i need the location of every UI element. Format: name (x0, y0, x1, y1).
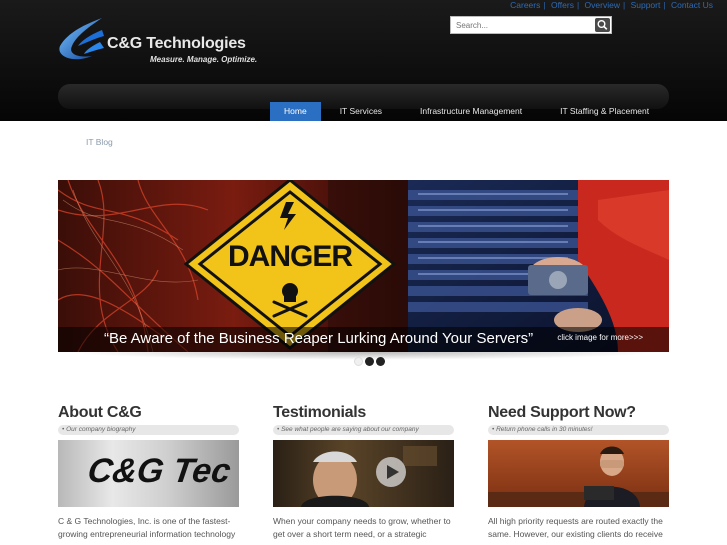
support-image[interactable] (488, 440, 669, 507)
search-box (450, 16, 612, 34)
swoosh-logo-icon (59, 18, 104, 60)
testimonials-video[interactable] (273, 440, 454, 507)
support-subtitle: • Return phone calls in 30 minutes! (488, 425, 669, 435)
nav-infrastructure-management[interactable]: Infrastructure Management (401, 102, 541, 121)
nav-home[interactable]: Home (270, 102, 321, 121)
testimonials-column: Testimonials • See what people are sayin… (273, 404, 454, 541)
nav-it-services[interactable]: IT Services (321, 102, 401, 121)
about-text: C & G Technologies, Inc. is one of the f… (58, 516, 236, 539)
danger-sign-text: DANGER (228, 240, 353, 273)
support-title[interactable]: Need Support Now? (488, 404, 669, 422)
slider-dot-1[interactable] (354, 357, 363, 366)
company-logo[interactable]: C&G Technologies Measure. Manage. Optimi… (58, 16, 258, 68)
search-icon (597, 20, 608, 30)
search-button[interactable] (595, 18, 610, 32)
main-nav: Home IT Services Infrastructure Manageme… (270, 102, 668, 121)
site-header: Careers | Offers | Overview | Support | Cont… (0, 0, 727, 121)
logo-tagline: Measure. Manage. Optimize. (150, 55, 258, 64)
top-link-careers[interactable]: Careers (510, 0, 540, 10)
play-button[interactable] (376, 457, 406, 487)
testimonials-subtitle: • See what people are saying about our c… (273, 425, 454, 435)
logo-name: C&G Technologies (107, 35, 246, 52)
play-icon (387, 465, 399, 479)
about-subtitle: • Our company biography (58, 425, 239, 435)
top-link-contact[interactable]: Contact Us (671, 0, 713, 10)
slider-dot-3[interactable] (376, 357, 385, 366)
search-input[interactable] (456, 19, 594, 31)
nav-it-staffing[interactable]: IT Staffing & Placement (541, 102, 668, 121)
about-column: About C&G • Our company biography C&G Te… (58, 404, 239, 541)
stressed-man-image (488, 446, 669, 507)
about-image-text: C&G Tec (85, 452, 234, 490)
slider-more-link[interactable]: click image for more>>> (557, 333, 643, 342)
support-column: Need Support Now? • Return phone calls i… (488, 404, 669, 541)
about-title[interactable]: About C&G (58, 404, 239, 422)
top-link-offers[interactable]: Offers (551, 0, 574, 10)
slider-caption: “Be Aware of the Business Reaper Lurking… (104, 330, 534, 347)
testimonials-text: When your company needs to grow, whether… (273, 516, 451, 539)
hero-slider[interactable]: DANGER “Be Aware of the Business Reaper … (58, 180, 669, 352)
top-link-support[interactable]: Support (631, 0, 661, 10)
support-text: All high priority requests are routed ex… (488, 516, 663, 539)
it-blog-link[interactable]: IT Blog (86, 137, 113, 147)
top-links: Careers | Offers | Overview | Support | Cont… (510, 0, 713, 10)
top-link-overview[interactable]: Overview (585, 0, 620, 10)
slider-dot-2[interactable] (365, 357, 374, 366)
about-image[interactable]: C&G Tec (58, 440, 239, 507)
testimonial-person-image (301, 446, 437, 507)
testimonials-title[interactable]: Testimonials (273, 404, 454, 422)
slider-dots (354, 357, 385, 366)
